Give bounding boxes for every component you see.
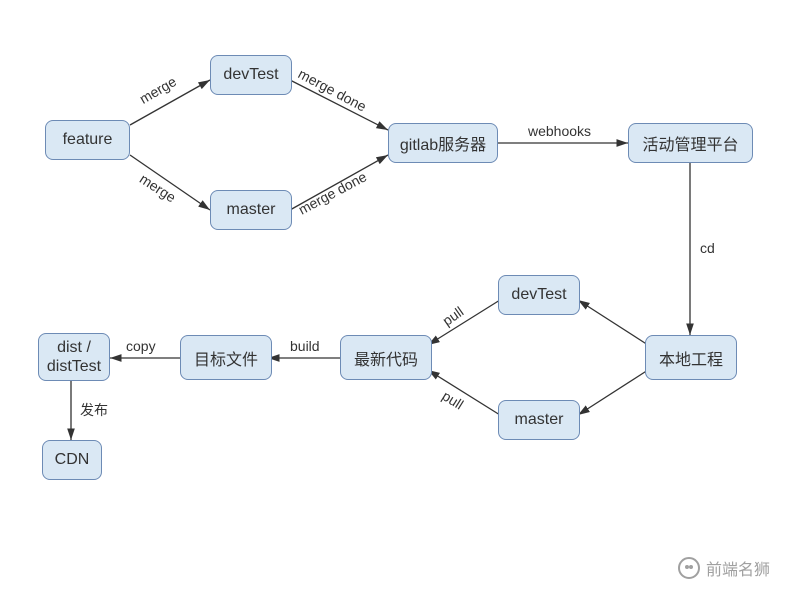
wechat-icon [678, 557, 700, 579]
label-merge-done-1: merge done [296, 65, 369, 114]
watermark: 前端名狮 [678, 556, 770, 580]
node-feature: feature [45, 120, 130, 160]
label-merge-done-2: merge done [296, 168, 369, 217]
node-dist: dist / distTest [38, 333, 110, 381]
node-devtest-top: devTest [210, 55, 292, 95]
label-cd: cd [700, 240, 715, 256]
label-pull-1: pull [439, 303, 466, 329]
label-merge-1: merge [137, 73, 179, 107]
node-master-bottom: master [498, 400, 580, 440]
node-devtest-bottom: devTest [498, 275, 580, 315]
label-copy: copy [126, 338, 156, 354]
watermark-text: 前端名狮 [706, 556, 770, 580]
label-build: build [290, 338, 320, 354]
node-cdn: CDN [42, 440, 102, 480]
edges-layer [0, 0, 800, 600]
node-gitlab: gitlab服务器 [388, 123, 498, 163]
node-platform: 活动管理平台 [628, 123, 753, 163]
node-master-top: master [210, 190, 292, 230]
node-latest: 最新代码 [340, 335, 432, 380]
node-target: 目标文件 [180, 335, 272, 380]
label-pull-2: pull [439, 387, 466, 412]
label-webhooks: webhooks [528, 123, 591, 139]
label-merge-2: merge [137, 170, 179, 205]
node-local: 本地工程 [645, 335, 737, 380]
label-publish: 发布 [80, 400, 108, 420]
